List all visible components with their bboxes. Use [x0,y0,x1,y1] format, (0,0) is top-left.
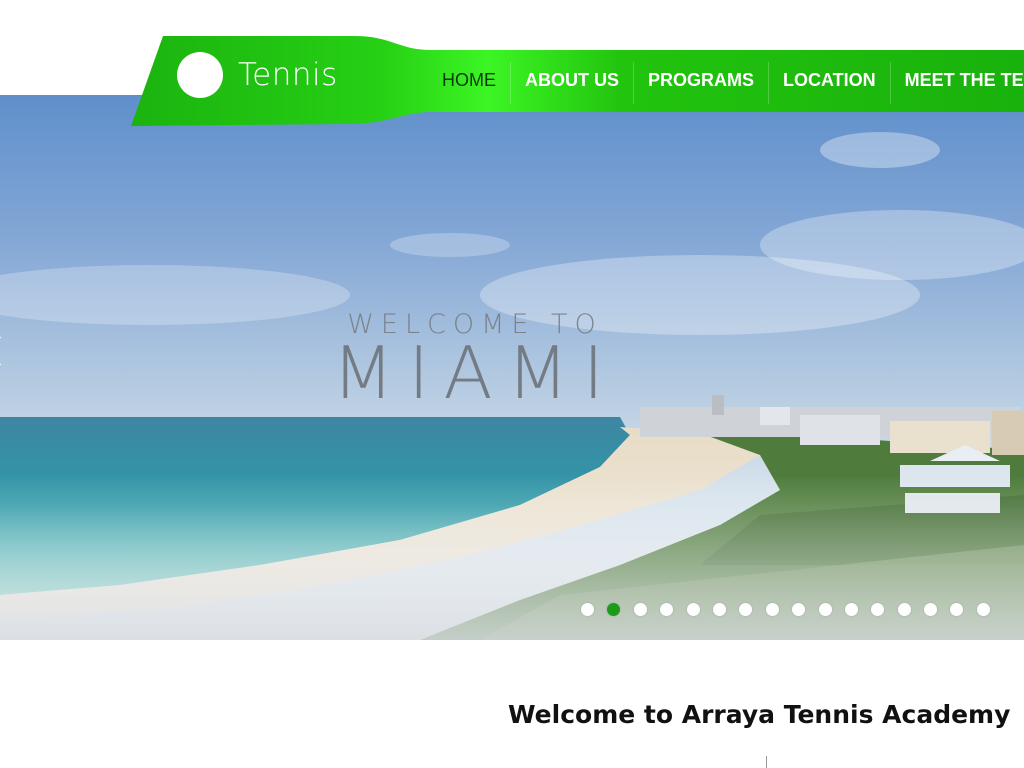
slider-dot[interactable] [712,603,726,616]
slider-dot[interactable] [686,603,700,616]
tennis-ball-icon [177,52,223,98]
nav-item-programs[interactable]: PROGRAMS [634,62,770,104]
slider-dot[interactable] [660,603,674,616]
slider-dot[interactable] [818,603,832,616]
slider-dot[interactable] [844,603,858,616]
nav-item-home[interactable]: HOME [428,62,511,104]
welcome-heading: Welcome to Arraya Tennis Academy [508,700,1011,729]
slider-pagination [581,603,1003,616]
slider-dot[interactable] [976,603,990,616]
slider-dot[interactable] [792,603,806,616]
slider-dot[interactable] [924,603,938,616]
slider-dot[interactable] [739,603,753,616]
slider-dot[interactable] [950,603,964,616]
nav-item-meet-the-team[interactable]: MEET THE TEAM [891,62,1024,104]
site-logo[interactable]: Tennis [177,52,338,98]
divider [766,756,767,768]
logo-text: Tennis [238,57,338,93]
nav-item-about-us[interactable]: ABOUT US [511,62,634,104]
slider-dot[interactable] [765,603,779,616]
site-header: Tennis HOME ABOUT US PROGRAMS LOCATION MEET … [0,0,1024,130]
hero-title-line2: MIAMI [332,331,618,415]
hero-title: WELCOME TO MIAMI [0,309,950,410]
slider-dot[interactable] [633,603,647,616]
slider-dot[interactable] [897,603,911,616]
nav-item-location[interactable]: LOCATION [769,62,891,104]
hero-slider: WELCOME TO MIAMI [0,95,1024,640]
slider-dot[interactable] [871,603,885,616]
main-navigation: HOMEABOUT USPROGRAMSLOCATIONMEET THE TEA… [428,62,1024,104]
slider-dot[interactable] [581,603,594,616]
slider-dot[interactable] [607,603,621,616]
